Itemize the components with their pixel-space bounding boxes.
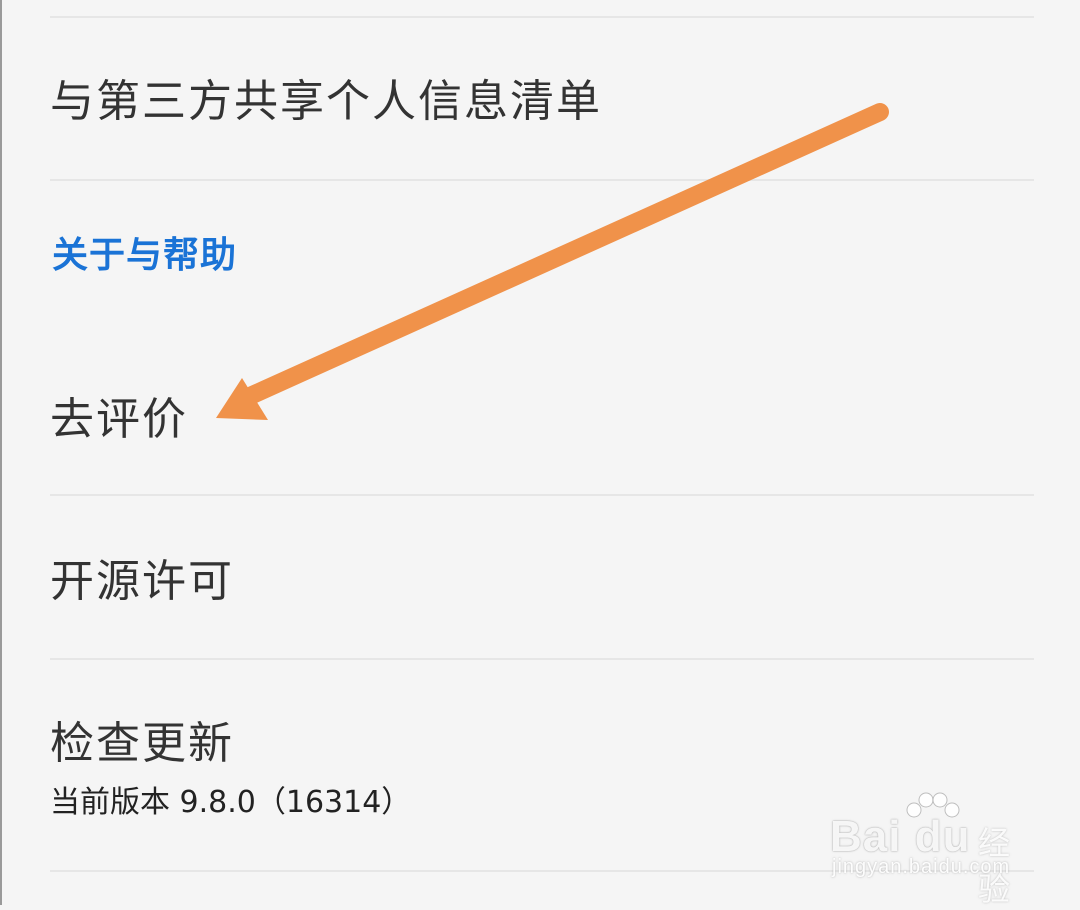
baidu-jingyan-watermark: Bai du 经验 jingyan.baidu.com — [830, 790, 1030, 908]
settings-page: 与第三方共享个人信息清单 关于与帮助 去评价 开源许可 检查更新 当前版本 9.… — [2, 0, 1080, 908]
watermark-url: jingyan.baidu.com — [832, 856, 1011, 878]
annotation-arrow-icon — [216, 103, 889, 420]
arrow-shaft — [241, 103, 889, 405]
watermark-brand: Bai du — [830, 812, 971, 861]
